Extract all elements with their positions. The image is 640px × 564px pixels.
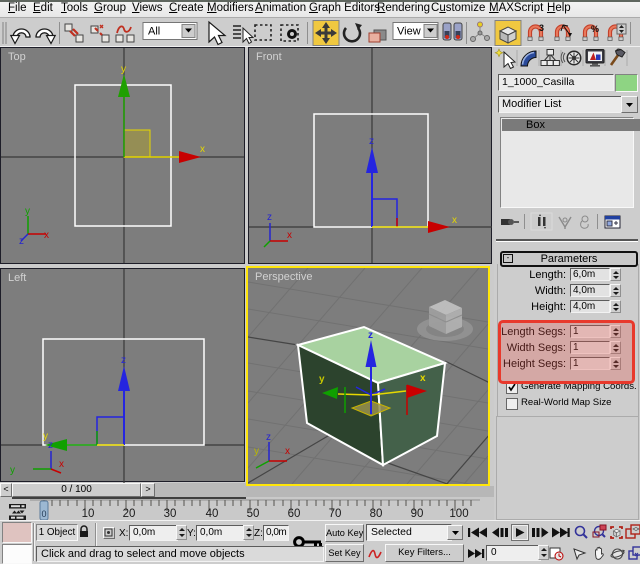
svg-text:z: z [267,212,272,223]
svg-text:x: x [287,230,292,241]
svg-text:20: 20 [123,508,136,520]
svg-text:x: x [59,459,64,470]
svg-text:z: z [266,432,271,443]
svg-text:z: z [121,355,126,366]
svg-text:z: z [19,236,24,247]
svg-text:10: 10 [82,508,95,520]
svg-text:z: z [48,440,53,451]
svg-text:y: y [10,465,15,476]
svg-text:0: 0 [41,509,46,519]
svg-text:All: All [148,26,160,38]
svg-text:y: y [25,206,30,217]
svg-text:y: y [254,446,259,457]
svg-text:100: 100 [449,508,468,520]
svg-text:x: x [285,446,290,457]
svg-text:3: 3 [539,23,544,33]
svg-text:70: 70 [329,508,342,520]
svg-text:50: 50 [247,508,260,520]
svg-text:z: z [368,330,373,341]
svg-text:80: 80 [370,508,383,520]
svg-text:x: x [44,230,49,241]
svg-text:View: View [397,26,421,38]
svg-text:z: z [369,136,374,147]
svg-text:60: 60 [288,508,301,520]
svg-text:x: x [200,144,205,155]
svg-text:x: x [452,215,457,226]
svg-text:x: x [420,373,426,384]
svg-text:y: y [121,64,126,75]
svg-text:90: 90 [411,508,424,520]
svg-text:40: 40 [206,508,219,520]
svg-text:%: % [591,24,599,34]
svg-text:30: 30 [164,508,177,520]
svg-text:y: y [319,374,325,385]
